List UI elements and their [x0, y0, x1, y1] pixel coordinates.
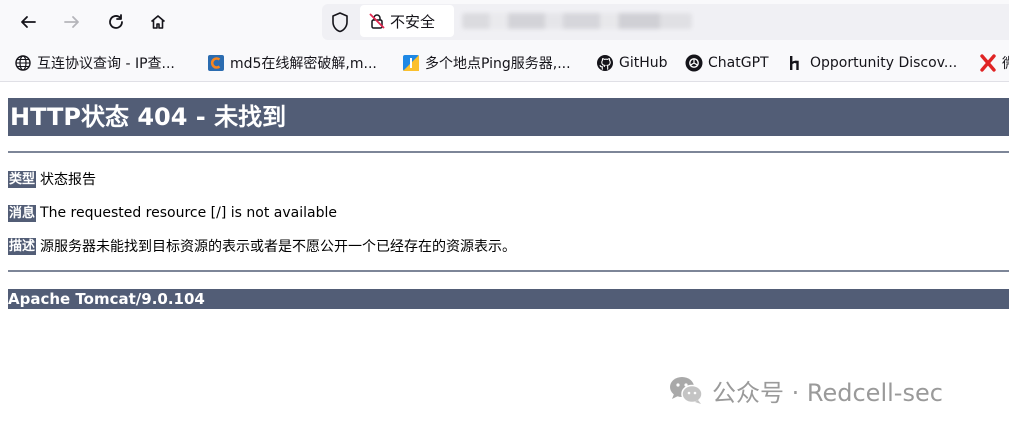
watermark: 公众号 · Redcell-sec [668, 372, 943, 408]
reload-icon [109, 14, 123, 29]
bookmark-label: ChatGPT [708, 55, 769, 71]
home-icon [150, 15, 166, 29]
bookmark-label: md5在线解密破解,m... [230, 56, 377, 72]
bookmark-ip-lookup[interactable]: 互连协议查询 - IP查... [14, 52, 184, 74]
bookmarks-bar: 互连协议查询 - IP查... md5在线解密破解,m... 多个地点Ping服… [0, 44, 1009, 82]
description-label: 描述 [8, 237, 37, 255]
back-button[interactable] [14, 8, 42, 36]
bookmark-chatgpt[interactable]: ChatGPT [685, 52, 775, 74]
bookmark-md5[interactable]: md5在线解密破解,m... [207, 52, 382, 74]
github-icon [597, 55, 613, 71]
bookmark-weibo[interactable]: 微 [979, 52, 1009, 74]
message-label: 消息 [8, 204, 37, 222]
home-button[interactable] [144, 8, 172, 36]
arrow-left-icon [21, 16, 36, 28]
site-security-button[interactable]: 不安全 [360, 5, 454, 37]
bookmark-label: Opportunity Discov... [810, 55, 958, 71]
insecure-lock-icon [369, 13, 385, 29]
bookmark-label: 互连协议查询 - IP查... [37, 56, 175, 72]
reload-button[interactable] [102, 8, 130, 36]
bookmark-github[interactable]: GitHub [596, 52, 676, 74]
hackerone-icon [790, 56, 799, 70]
divider-bottom [8, 270, 1009, 272]
description-value: 源服务器未能找到目标资源的表示或者是不愿公开一个已经存在的资源表示。 [40, 239, 517, 255]
chatgpt-icon [685, 54, 703, 72]
shield-icon[interactable] [330, 11, 350, 33]
type-row: 类型 状态报告 [8, 169, 96, 189]
message-row: 消息 The requested resource [/] is not ava… [8, 203, 337, 223]
divider-top [8, 151, 1009, 153]
watermark-text: 公众号 · Redcell-sec [712, 378, 943, 407]
arrow-right-icon [64, 16, 79, 28]
page-title: HTTP状态 404 - 未找到 [8, 98, 1009, 136]
type-value: 状态报告 [40, 172, 97, 188]
type-label: 类型 [8, 170, 37, 188]
forward-button[interactable] [58, 8, 86, 36]
cmd5-icon [208, 55, 224, 71]
message-value: The requested resource [/] is not availa… [40, 205, 337, 221]
security-label: 不安全 [390, 12, 436, 31]
description-row: 描述 源服务器未能找到目标资源的表示或者是不愿公开一个已经存在的资源表示。 [8, 236, 516, 256]
wechat-icon [670, 377, 703, 404]
server-footer: Apache Tomcat/9.0.104 [8, 289, 1009, 309]
browser-toolbar: 不安全 [0, 0, 1009, 44]
bookmark-label: 微 [1002, 53, 1009, 73]
globe-icon [15, 55, 31, 71]
url-text-redacted[interactable] [462, 13, 692, 29]
bookmark-label: 多个地点Ping服务器,... [425, 56, 571, 72]
bookmark-hackerone[interactable]: Opportunity Discov... [787, 52, 962, 74]
x-icon [980, 54, 996, 72]
bookmark-ping[interactable]: 多个地点Ping服务器,... [402, 52, 578, 74]
ping-icon [403, 55, 419, 71]
bookmark-label: GitHub [619, 55, 668, 71]
